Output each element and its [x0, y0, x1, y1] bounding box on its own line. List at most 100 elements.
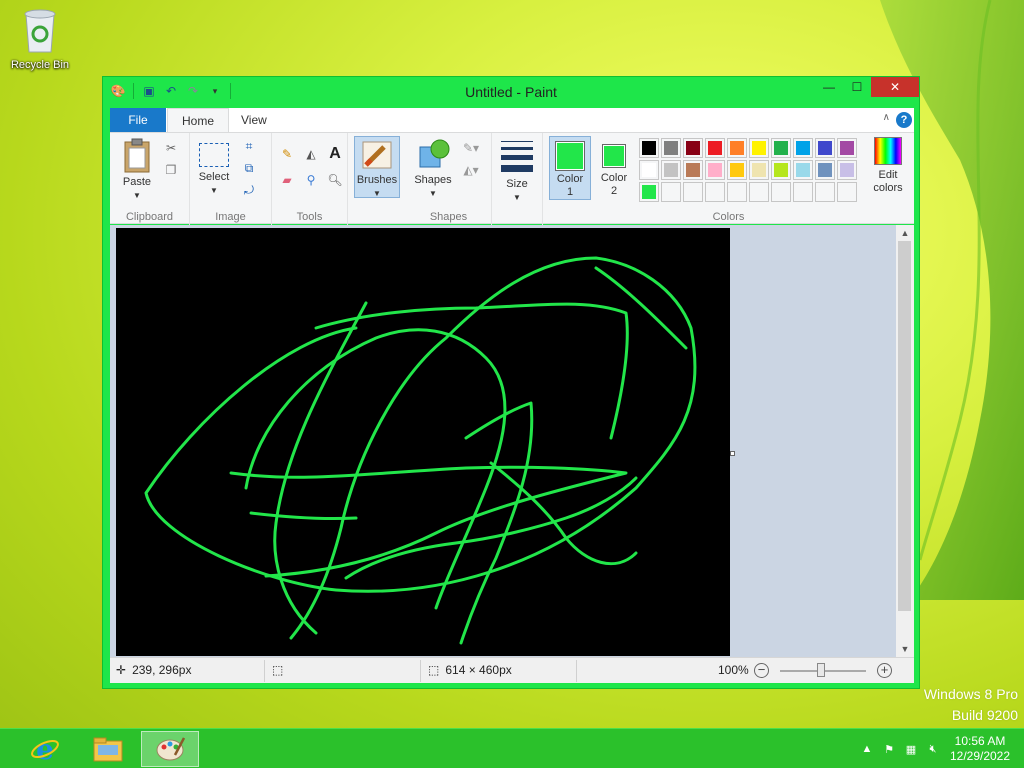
palette-swatch[interactable]	[793, 138, 813, 158]
palette-swatch[interactable]	[837, 138, 857, 158]
palette-swatch[interactable]	[727, 138, 747, 158]
size-label: Size	[506, 178, 528, 190]
color1-button[interactable]: Color 1	[549, 136, 591, 200]
palette-swatch[interactable]	[771, 138, 791, 158]
zoom-out-button[interactable]: −	[754, 663, 769, 678]
maximize-button[interactable]: ☐	[843, 77, 871, 97]
cursor-position-text: 239, 296px	[132, 663, 192, 677]
watermark-line1: Windows 8 Pro	[923, 686, 1018, 702]
recycle-bin-label: Recycle Bin	[10, 59, 70, 71]
tab-home[interactable]: Home	[167, 108, 230, 133]
volume-muted-icon[interactable]: 🔇︎	[922, 729, 944, 768]
group-tools: ✎ ◭ A ▰ ⚲ 🔍︎ Tools	[272, 133, 348, 225]
scroll-up-arrow[interactable]: ▲	[896, 225, 914, 241]
palette-swatch[interactable]	[727, 160, 747, 180]
palette-swatch[interactable]	[705, 160, 725, 180]
canvas-resize-handle[interactable]	[730, 451, 735, 456]
clock-time: 10:56 AM	[954, 734, 1006, 748]
minimize-ribbon-icon[interactable]: ∧	[883, 112, 890, 123]
palette-swatch[interactable]	[639, 160, 659, 180]
fill-shape-icon[interactable]: ◭▾	[462, 161, 480, 179]
palette-swatch[interactable]	[749, 160, 769, 180]
group-brushes: Brushes ▼	[348, 133, 406, 225]
palette-swatch[interactable]	[639, 182, 659, 202]
edit-colors-button[interactable]: Edit colors	[865, 137, 911, 195]
palette-swatch[interactable]	[705, 138, 725, 158]
palette-swatch[interactable]	[661, 138, 681, 158]
group-shapes: Shapes ▼ ✎▾ ◭▾ Shapes	[406, 133, 492, 225]
palette-swatch[interactable]	[639, 138, 659, 158]
taskbar-internet-explorer[interactable]: e	[16, 731, 74, 767]
palette-swatch[interactable]	[683, 138, 703, 158]
drawing-canvas[interactable]	[116, 228, 730, 656]
palette-swatch[interactable]	[661, 160, 681, 180]
palette-swatch[interactable]	[705, 182, 725, 202]
paste-label: Paste	[122, 176, 152, 188]
chevron-down-icon: ▼	[210, 186, 218, 195]
minimize-button[interactable]: —	[815, 77, 843, 97]
outline-icon[interactable]: ✎▾	[462, 139, 480, 157]
action-center-flag-icon[interactable]: ⚑	[878, 729, 900, 768]
text-icon[interactable]: A	[326, 145, 344, 163]
status-divider	[576, 660, 577, 682]
brushes-button[interactable]: Brushes ▼	[354, 136, 400, 198]
taskbar-file-explorer[interactable]	[79, 731, 137, 767]
crop-icon[interactable]: ⌗	[240, 137, 258, 155]
color2-label-line1: Color	[600, 172, 628, 184]
size-button[interactable]: Size ▼	[496, 137, 538, 204]
palette-swatch[interactable]	[683, 182, 703, 202]
paint-window: 🎨 ▣ ↶ ↷ ▾ Untitled - Paint — ☐ ✕ File Ho…	[102, 76, 920, 689]
palette-swatch[interactable]	[837, 182, 857, 202]
palette-swatch[interactable]	[793, 160, 813, 180]
title-bar[interactable]: 🎨 ▣ ↶ ↷ ▾ Untitled - Paint — ☐ ✕	[103, 77, 919, 107]
copy-icon[interactable]: ❐	[162, 161, 180, 179]
color-picker-icon[interactable]: ⚲	[302, 171, 320, 189]
shapes-button[interactable]: Shapes ▼	[410, 137, 456, 200]
window-title: Untitled - Paint	[465, 84, 557, 100]
palette-swatch[interactable]	[793, 182, 813, 202]
rotate-icon[interactable]: ⤾	[240, 181, 258, 199]
zoom-slider-thumb[interactable]	[817, 663, 825, 677]
palette-swatch[interactable]	[837, 160, 857, 180]
brush-icon	[362, 141, 392, 169]
taskbar-paint[interactable]	[141, 731, 199, 767]
tab-view[interactable]: View	[227, 108, 281, 132]
network-icon[interactable]: ▦	[900, 729, 922, 768]
canvas-size-icon: ⬚	[428, 663, 440, 677]
palette-swatch[interactable]	[815, 160, 835, 180]
cut-icon[interactable]: ✂	[162, 139, 180, 157]
select-label: Select	[198, 171, 230, 183]
palette-swatch[interactable]	[815, 182, 835, 202]
resize-icon[interactable]: ⧉	[240, 159, 258, 177]
paste-button[interactable]: Paste ▼	[116, 137, 158, 202]
palette-swatch[interactable]	[661, 182, 681, 202]
pencil-icon[interactable]: ✎	[278, 145, 296, 163]
help-button[interactable]: ?	[896, 112, 912, 128]
tab-file[interactable]: File	[110, 108, 166, 132]
vertical-scrollbar[interactable]: ▲ ▼	[896, 225, 914, 657]
select-button[interactable]: Select ▼	[194, 137, 234, 197]
palette-swatch[interactable]	[771, 182, 791, 202]
tools-group-label: Tools	[296, 211, 323, 223]
shapes-group-label: Shapes	[429, 211, 468, 223]
palette-swatch[interactable]	[749, 182, 769, 202]
palette-swatch[interactable]	[683, 160, 703, 180]
close-button[interactable]: ✕	[871, 77, 919, 97]
scroll-down-arrow[interactable]: ▼	[896, 641, 914, 657]
selection-size: ⬚	[272, 663, 283, 677]
magnifier-icon[interactable]: 🔍︎	[326, 171, 344, 189]
color2-button[interactable]: Color 2	[595, 136, 633, 198]
chevron-down-icon: ▼	[513, 193, 521, 202]
eraser-icon[interactable]: ▰	[278, 171, 296, 189]
show-hidden-icons-button[interactable]: ▲	[856, 729, 878, 768]
clock[interactable]: 10:56 AM 12/29/2022	[944, 734, 1016, 764]
palette-swatch[interactable]	[727, 182, 747, 202]
palette-swatch[interactable]	[749, 138, 769, 158]
zoom-in-button[interactable]: +	[877, 663, 892, 678]
fill-icon[interactable]: ◭	[302, 145, 320, 163]
recycle-bin[interactable]: Recycle Bin	[6, 6, 74, 71]
palette-swatch[interactable]	[815, 138, 835, 158]
scroll-thumb[interactable]	[898, 241, 911, 611]
palette-swatch[interactable]	[771, 160, 791, 180]
clock-date: 12/29/2022	[949, 749, 1011, 763]
